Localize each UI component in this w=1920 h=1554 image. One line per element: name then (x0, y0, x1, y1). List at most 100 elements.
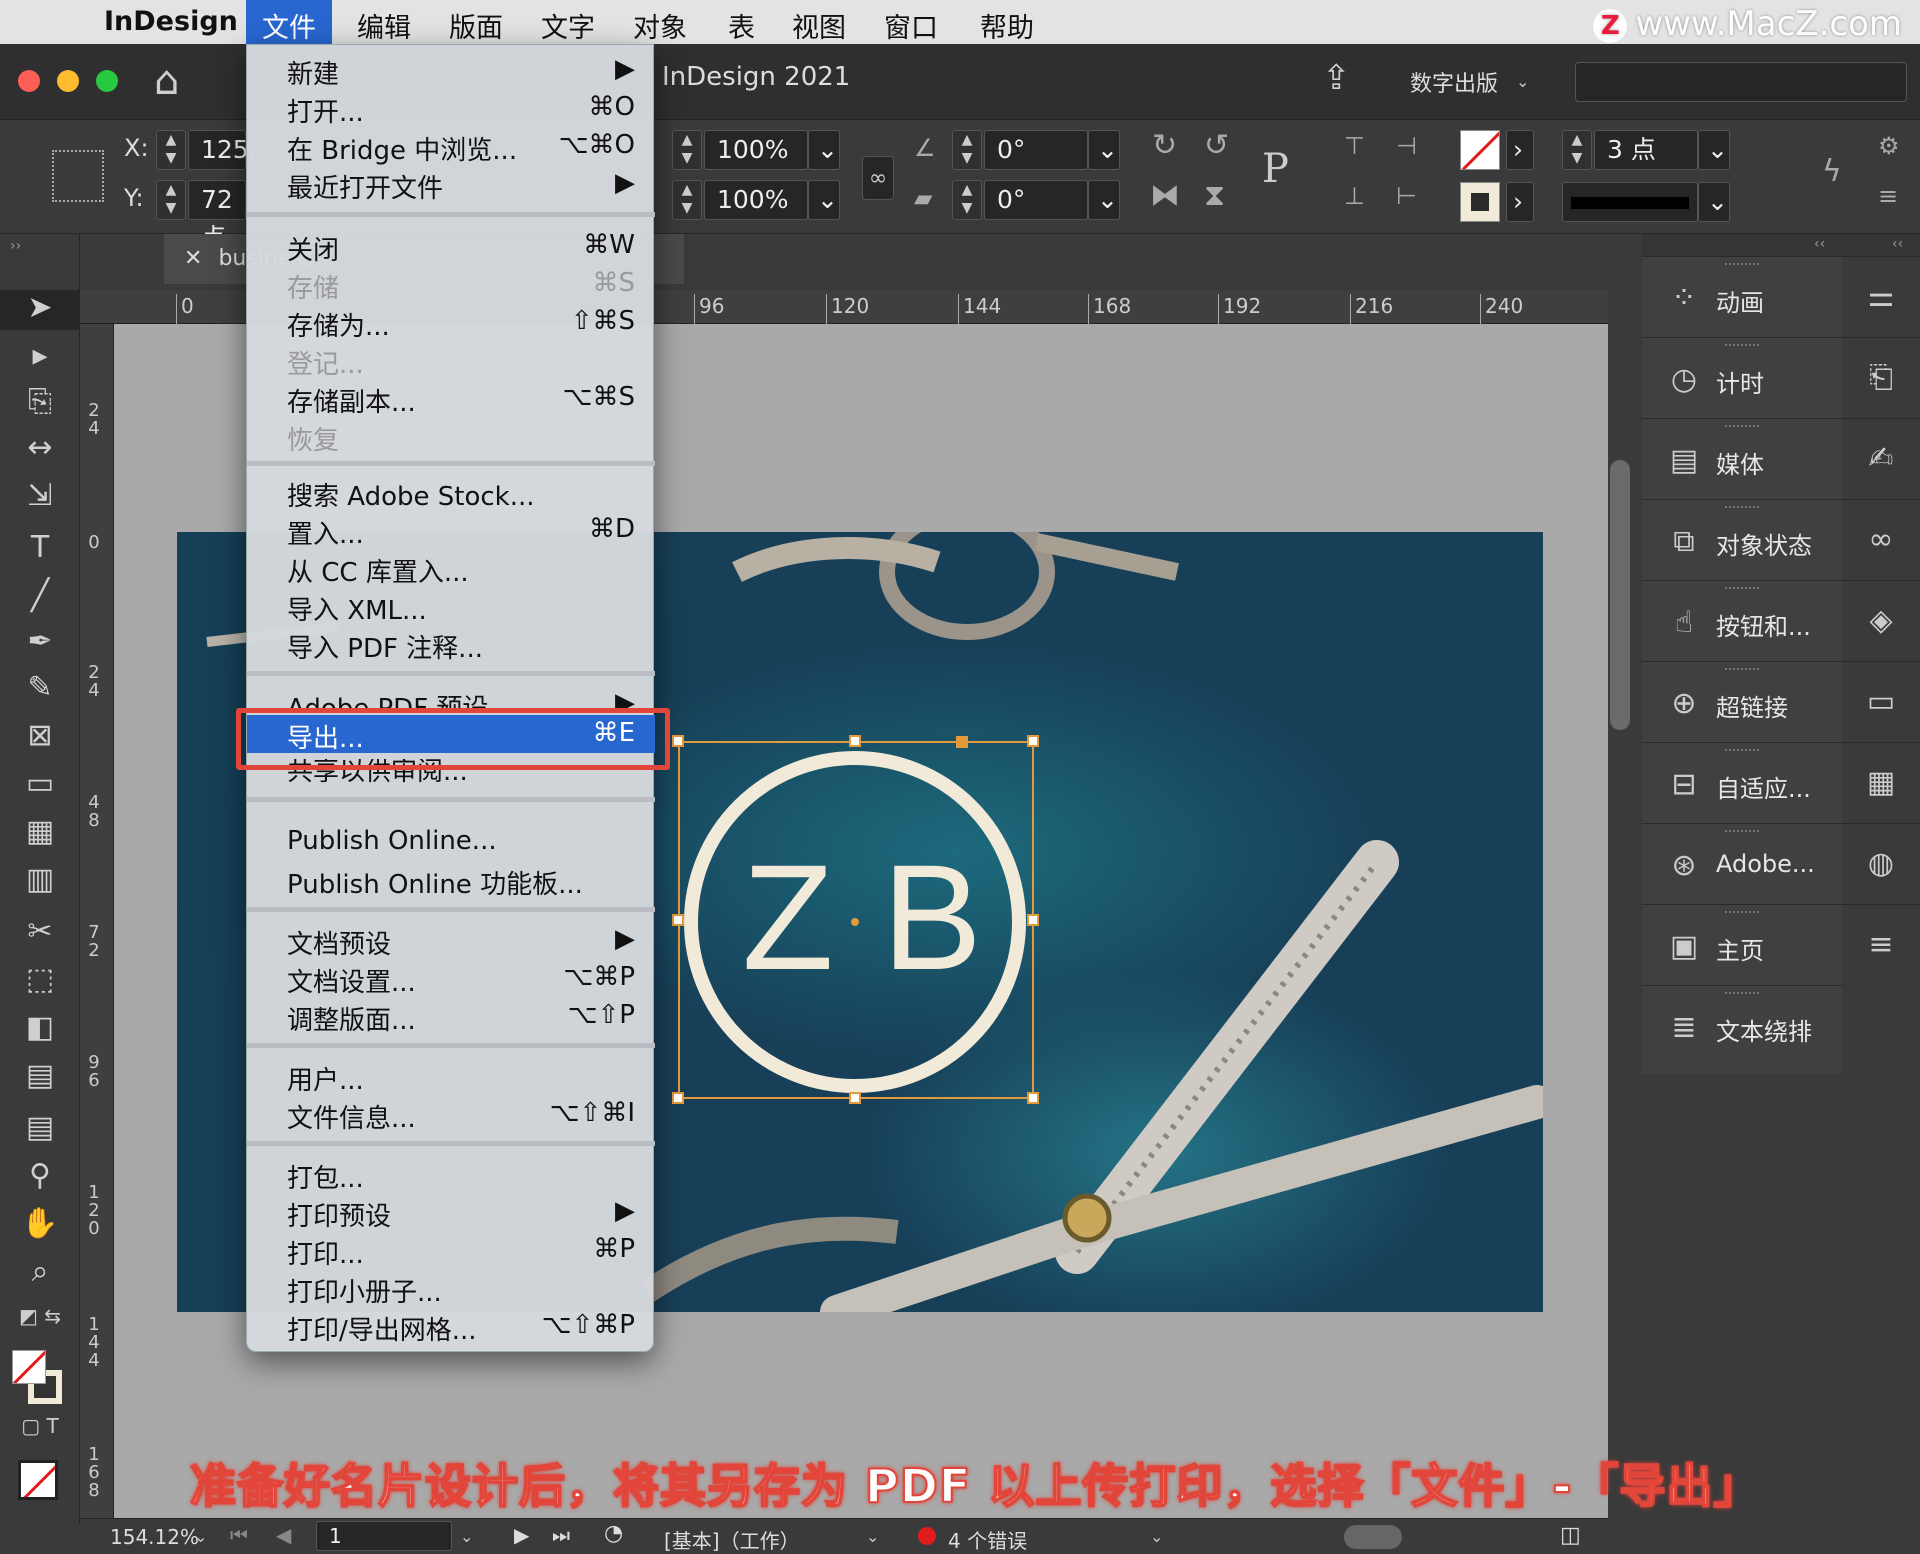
cc-libraries-icon[interactable]: ✍ (1842, 418, 1920, 498)
previous-page-icon[interactable]: ◀ (276, 1523, 291, 1547)
menu-item-publish-online[interactable]: Publish Online... (247, 823, 655, 861)
menu-item-print-presets[interactable]: 打印预设 ▶ (247, 1193, 655, 1232)
scale-x-stepper[interactable]: ▲ ▼ (672, 130, 702, 170)
panel-text-wrap[interactable]: ≣ 文本绕排 (1642, 985, 1842, 1065)
swatches-icon[interactable]: ▦ (1842, 742, 1920, 822)
free-transform-tool-icon[interactable]: ⬚ (0, 962, 80, 1002)
gradient-feather-tool-icon[interactable]: ▤ (0, 1058, 80, 1098)
menu-item-save-a-copy[interactable]: 存储副本... ⌥⌘S (247, 379, 655, 418)
paragraph-styles-icon[interactable]: ≡ (1842, 904, 1920, 984)
pages-panel-icon[interactable]: ⎗ (1842, 337, 1920, 417)
constrain-link-icon[interactable]: ∞ (862, 156, 894, 200)
flip-horizontal-icon[interactable]: ⧓ (1150, 178, 1180, 213)
panel-menu-icon[interactable]: ≡ (1878, 182, 1898, 210)
fill-swatch-menu[interactable]: › (1506, 130, 1534, 170)
eyedropper-tool-icon[interactable]: ⚲ (0, 1158, 80, 1198)
zoom-window-button[interactable] (96, 70, 118, 92)
menu-item-print[interactable]: 打印... ⌘P (247, 1231, 655, 1270)
menu-item-browse-in-bridge[interactable]: 在 Bridge 中浏览... ⌥⌘O (247, 127, 655, 166)
rotate-input[interactable]: 0° (984, 130, 1088, 170)
menu-type[interactable]: 文字 (541, 6, 595, 45)
stroke-type-select[interactable] (1562, 182, 1698, 222)
layers-icon[interactable]: ◈ (1842, 580, 1920, 660)
menu-item-close[interactable]: 关闭 ⌘W (247, 227, 655, 266)
errors-dropdown-icon[interactable]: ⌄ (1150, 1527, 1163, 1546)
stroke-swatch[interactable] (1460, 182, 1500, 222)
workspace-switcher[interactable]: 数字出版 (1410, 66, 1498, 98)
split-layout-icon[interactable]: ◫ (1560, 1523, 1581, 1548)
shear-dropdown[interactable]: ⌄ (1088, 180, 1120, 220)
fill-none-swatch[interactable] (1460, 130, 1500, 170)
menu-table[interactable]: 表 (728, 6, 755, 45)
menu-item-print-booklet[interactable]: 打印小册子... (247, 1269, 655, 1308)
scale-x-dropdown[interactable]: ⌄ (808, 130, 840, 170)
collapse-icons-icon[interactable]: ‹‹ (1892, 236, 1903, 252)
gear-icon[interactable]: ⚙ (1878, 132, 1900, 160)
reference-point-icon[interactable] (52, 150, 104, 202)
menu-item-new[interactable]: 新建 ▶ (247, 51, 655, 90)
search-field[interactable] (1575, 62, 1907, 102)
menu-item-user[interactable]: 用户... (247, 1057, 655, 1096)
table-tool-icon[interactable]: ▦ (0, 814, 80, 854)
next-page-icon[interactable]: ▶ (514, 1523, 529, 1547)
stroke-panel-icon[interactable]: ▭ (1842, 661, 1920, 741)
vertical-ruler[interactable]: 2 4 0 2 4 4 8 7 2 9 6 1 2 0 1 4 4 1 6 8 (80, 324, 114, 1524)
zoom-tool-icon[interactable]: ⌕ (0, 1254, 80, 1294)
preflight-icon[interactable]: ◔ (604, 1521, 623, 1546)
stroke-weight-input[interactable]: 3 点 (1594, 130, 1698, 170)
x-position-input[interactable]: 125. (188, 130, 257, 170)
panel-animation[interactable]: ⁘ 动画 (1642, 256, 1842, 336)
minimize-window-button[interactable] (57, 70, 79, 92)
color-icon[interactable]: ◍ (1842, 823, 1920, 903)
select-next-icon[interactable]: ⊢ (1396, 182, 1417, 210)
type-tool-icon[interactable]: T (0, 530, 80, 570)
close-tab-icon[interactable]: ✕ (184, 246, 202, 271)
expand-toolbar-icon[interactable]: ›› (10, 238, 21, 254)
flip-vertical-icon[interactable]: ⧗ (1204, 178, 1225, 213)
menu-help[interactable]: 帮助 (980, 6, 1034, 45)
x-stepper[interactable]: ▲ ▼ (156, 130, 186, 170)
panel-buttons-and-forms[interactable]: ☝ 按钮和... (1642, 580, 1842, 660)
scale-y-stepper[interactable]: ▲ ▼ (672, 180, 702, 220)
pen-tool-icon[interactable]: ✒ (0, 624, 80, 664)
formatting-container-icon[interactable]: ▢ T (0, 1414, 80, 1454)
menu-window[interactable]: 窗口 (884, 6, 938, 45)
menu-item-print-export-grid[interactable]: 打印/导出网格... ⌥⇧⌘P (247, 1307, 655, 1346)
menu-item-file-info[interactable]: 文件信息... ⌥⇧⌘I (247, 1095, 655, 1134)
menu-edit[interactable]: 编辑 (357, 6, 411, 45)
pencil-tool-icon[interactable]: ✎ (0, 670, 80, 710)
rotate-dropdown[interactable]: ⌄ (1088, 130, 1120, 170)
scissors-tool-icon[interactable]: ✂ (0, 914, 80, 954)
menu-item-adjust-layout[interactable]: 调整版面... ⌥⇧P (247, 997, 655, 1036)
stroke-type-dropdown[interactable]: ⌄ (1698, 182, 1730, 222)
menu-item-publish-online-dashboard[interactable]: Publish Online 功能板... (247, 861, 655, 900)
menu-item-import-xml[interactable]: 导入 XML... (247, 587, 655, 626)
menu-item-document-setup[interactable]: 文档设置... ⌥⌘P (247, 959, 655, 998)
content-collector-icon[interactable]: ⇲ (0, 478, 80, 518)
stroke-weight-stepper[interactable]: ▲ ▼ (1562, 130, 1592, 170)
rectangle-frame-tool-icon[interactable]: ⊠ (0, 718, 80, 758)
zoom-level[interactable]: 154.12% (110, 1525, 199, 1549)
stroke-weight-dropdown[interactable]: ⌄ (1698, 130, 1730, 170)
last-page-icon[interactable]: ⏭ (552, 1523, 570, 1547)
vertical-scrollbar[interactable] (1610, 460, 1630, 730)
panel-liquid-layout[interactable]: ⊟ 自适应... (1642, 742, 1842, 822)
fill-stroke-swatches[interactable] (12, 1350, 64, 1406)
menu-item-import-pdf-comments[interactable]: 导入 PDF 注释... (247, 625, 655, 664)
page-dropdown-icon[interactable]: ⌄ (460, 1527, 473, 1546)
quick-apply-icon[interactable]: ϟ (1822, 154, 1842, 189)
panel-media[interactable]: ▤ 媒体 (1642, 418, 1842, 498)
selection-tool-icon[interactable]: ➤ (0, 290, 80, 330)
stroke-swatch-menu[interactable]: › (1506, 182, 1534, 222)
menu-item-document-presets[interactable]: 文档预设 ▶ (247, 921, 655, 960)
shear-stepper[interactable]: ▲ ▼ (952, 180, 982, 220)
menu-item-package[interactable]: 打包... (247, 1155, 655, 1194)
preflight-profile[interactable]: [基本]（工作） (664, 1525, 800, 1554)
select-container-icon[interactable]: ⊤ (1344, 132, 1365, 160)
panel-object-states[interactable]: ⧉ 对象状态 (1642, 499, 1842, 579)
menu-layout[interactable]: 版面 (449, 6, 503, 45)
menu-item-open-recent[interactable]: 最近打开文件 ▶ (247, 165, 655, 204)
error-count[interactable]: 4 个错误 (948, 1525, 1027, 1554)
p-direction-icon[interactable]: P (1262, 146, 1289, 192)
menu-app-name[interactable]: InDesign (104, 6, 238, 37)
